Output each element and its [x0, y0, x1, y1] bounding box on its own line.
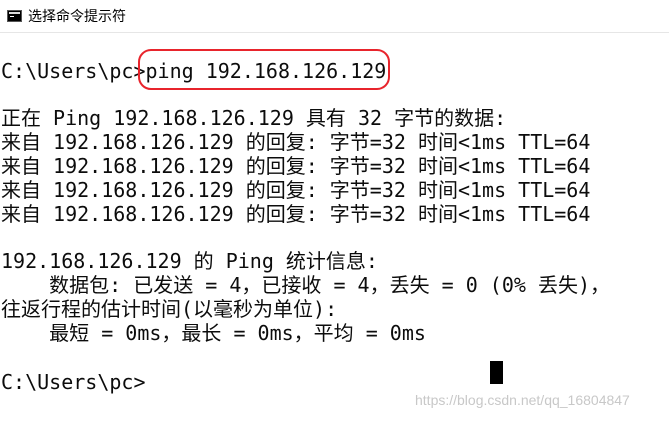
console-line-reply: 来自 192.168.126.129 的回复: 字节=32 时间<1ms TTL…: [1, 202, 591, 226]
text-cursor: [490, 361, 503, 384]
console-line-reply: 来自 192.168.126.129 的回复: 字节=32 时间<1ms TTL…: [1, 130, 591, 154]
watermark: https://blog.csdn.net/qq_16804847: [415, 392, 630, 408]
title-bar[interactable]: 选择命令提示符: [0, 0, 669, 33]
window-title: 选择命令提示符: [28, 9, 126, 25]
console-line-reply: 来自 192.168.126.129 的回复: 字节=32 时间<1ms TTL…: [1, 154, 591, 178]
console-line-reply: 来自 192.168.126.129 的回复: 字节=32 时间<1ms TTL…: [1, 178, 591, 202]
console-line-prompt: C:\Users\pc>: [1, 370, 146, 394]
console-line-rtt-values: 最短 = 0ms，最长 = 0ms，平均 = 0ms: [1, 321, 426, 345]
command-highlight-outline: [138, 49, 390, 90]
cmd-console-icon: [7, 10, 22, 22]
console-line-ping-header: 正在 Ping 192.168.126.129 具有 32 字节的数据:: [1, 106, 507, 130]
console-output[interactable]: C:\Users\pc>ping 192.168.126.129 正在 Ping…: [0, 32, 669, 423]
console-line-packets: 数据包: 已发送 = 4，已接收 = 4，丢失 = 0 (0% 丢失)，: [1, 273, 610, 297]
console-line-stats-header: 192.168.126.129 的 Ping 统计信息:: [1, 249, 378, 273]
console-line-rtt-header: 往返行程的估计时间(以毫秒为单位):: [1, 297, 338, 321]
